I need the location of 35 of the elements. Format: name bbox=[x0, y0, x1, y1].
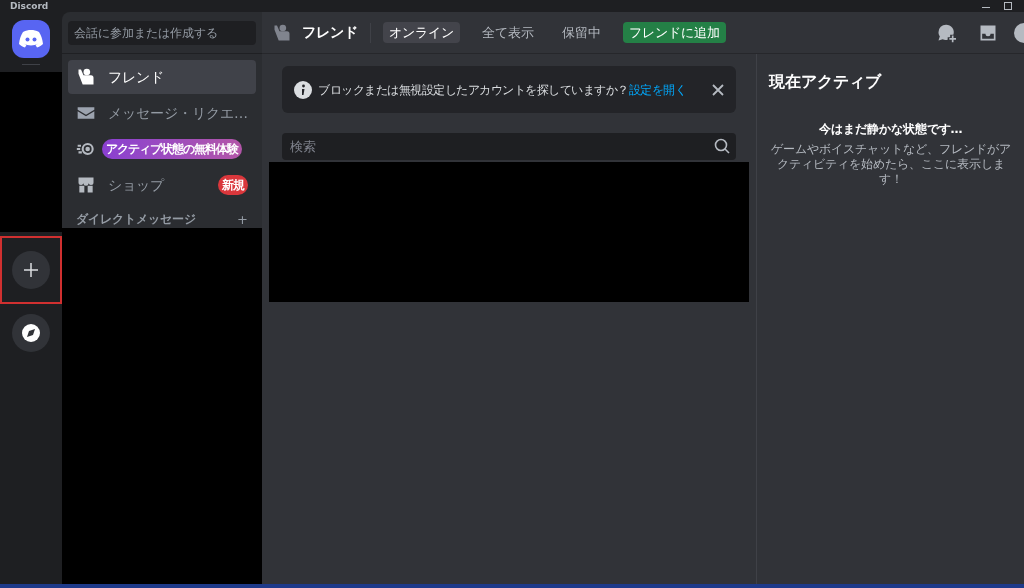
plus-icon bbox=[23, 262, 39, 278]
controller-face-logo-icon bbox=[19, 30, 43, 48]
sidebar-item[interactable]: ショップ 新規 bbox=[68, 168, 256, 202]
notice-text: ブロックまたは無視設定したアカウントを探していますか？設定を開く bbox=[318, 81, 686, 99]
sidebar-item[interactable]: フレンド bbox=[68, 60, 256, 94]
section-heading: ダイレクトメッセージ bbox=[76, 211, 196, 228]
search-field[interactable]: 会話に参加または作成する bbox=[68, 20, 256, 45]
add-server-button[interactable] bbox=[12, 251, 50, 289]
empty-state-text: ゲームやボイスチャットなど、フレンドがアクティビティを始めたら、ここに表示します！ bbox=[769, 142, 1012, 187]
trial-badge: アクティブ状態の無料体験 bbox=[102, 139, 242, 159]
sidebar-item[interactable]: アクティブ状態の無料体験 bbox=[68, 132, 256, 166]
tab[interactable]: 全て表示 bbox=[476, 21, 540, 44]
new-badge: 新規 bbox=[218, 175, 248, 195]
panel-title: 現在アクティブ bbox=[769, 71, 883, 93]
search-icon bbox=[714, 138, 730, 154]
info-icon bbox=[294, 80, 312, 99]
empty-state-title: 今はまだ静かな状態です… bbox=[817, 121, 964, 138]
search-field[interactable]: 検索 bbox=[282, 133, 736, 160]
maximize-button[interactable] bbox=[1004, 2, 1012, 10]
open-settings-link[interactable]: 設定を開く bbox=[628, 82, 686, 97]
window-title: Discord bbox=[10, 1, 49, 11]
new-group-dm-icon[interactable] bbox=[936, 22, 956, 43]
tab[interactable]: オンライン bbox=[383, 21, 460, 44]
sidebar-item[interactable]: メッセージ・リクエ… bbox=[68, 96, 256, 130]
add-dm-button[interactable]: + bbox=[237, 212, 248, 226]
page-title: フレンド bbox=[302, 23, 358, 42]
storefront-icon bbox=[76, 175, 96, 195]
tab[interactable]: 保留中 bbox=[556, 21, 607, 44]
explore-button[interactable] bbox=[12, 314, 50, 352]
add-friend-button[interactable]: フレンドに追加 bbox=[623, 21, 726, 44]
waving-person-icon bbox=[272, 22, 292, 43]
waving-person-icon bbox=[76, 67, 96, 87]
close-icon[interactable] bbox=[712, 83, 724, 96]
discord-logo-button[interactable] bbox=[12, 20, 50, 58]
compass-icon bbox=[22, 324, 40, 342]
